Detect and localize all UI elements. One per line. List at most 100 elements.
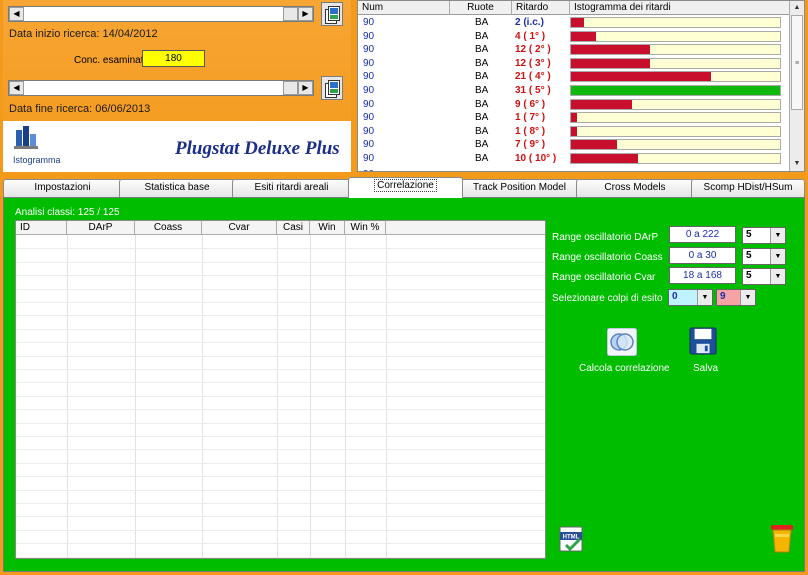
col-win-pct[interactable]: Win % (345, 221, 386, 235)
start-date-slider[interactable]: ◀ ▶ (8, 6, 314, 22)
range-coass-field[interactable]: 0 a 30 (669, 247, 736, 264)
chevron-down-icon[interactable]: ▼ (770, 269, 785, 284)
chevron-down-icon[interactable]: ▼ (770, 249, 785, 264)
grid-line (16, 516, 545, 518)
grid-line (135, 235, 136, 558)
scroll-right-icon[interactable]: ▶ (298, 81, 313, 95)
cell-histogram (570, 85, 781, 96)
chevron-down-icon[interactable]: ▼ (740, 290, 755, 305)
cell-histogram (570, 139, 781, 151)
tab-statistica-base[interactable]: Statistica base (119, 179, 235, 197)
cell-num: 90 (363, 57, 375, 69)
table-row[interactable]: 90 BA 1 ( 7° ) (358, 111, 790, 124)
table-row[interactable]: 90 (358, 168, 790, 171)
range-darp-select[interactable]: 5 ▼ (742, 227, 786, 244)
analisi-classi-label: Analisi classi: 125 / 125 (15, 207, 120, 218)
pages-icon[interactable] (321, 76, 343, 100)
cell-ritardo: 21 ( 4° ) (515, 71, 551, 83)
grid-line (16, 275, 545, 277)
grid-line (16, 355, 545, 357)
histogram-bar (571, 99, 632, 109)
range-cvar-label: Range oscillatorio Cvar (552, 272, 656, 283)
col-coass[interactable]: Coass (135, 221, 202, 235)
table-row[interactable]: 90 BA 2 (i.c.) (358, 16, 790, 29)
histogram-bar (571, 154, 638, 163)
results-table[interactable]: ID DArP Coass Cvar Casi Win Win % (15, 220, 546, 559)
chevron-down-icon[interactable]: ▼ (770, 228, 785, 243)
table-row[interactable]: 90 BA 9 ( 6° ) (358, 98, 790, 111)
table-row[interactable]: 90 BA 12 ( 3° ) (358, 57, 790, 70)
histogram-label[interactable]: Istogramma (13, 155, 61, 165)
pages-icon[interactable] (321, 2, 343, 26)
cell-histogram (570, 57, 781, 69)
building-chart-icon[interactable] (13, 124, 39, 150)
histogram-bar (571, 140, 617, 150)
grid-line (16, 395, 545, 397)
col-ritardo[interactable]: Ritardo (512, 1, 570, 15)
scroll-thumb[interactable]: ≡ (791, 15, 803, 110)
range-darp-field[interactable]: 0 a 222 (669, 226, 736, 243)
grid-header: Num Ruote Ritardo Istogramma dei ritardi (358, 1, 790, 15)
table-row[interactable]: 90 BA 10 ( 10° ) (358, 152, 790, 165)
slider-thumb[interactable] (283, 81, 298, 95)
colpi-to-select[interactable]: 9 ▼ (716, 289, 756, 306)
table-row[interactable]: 90 BA 12 ( 2° ) (358, 43, 790, 56)
col-id[interactable]: ID (16, 221, 67, 235)
grid-line (16, 328, 545, 330)
col-casi[interactable]: Casi (277, 221, 310, 235)
cell-ruote: BA (475, 125, 489, 137)
col-istogramma[interactable]: Istogramma dei ritardi (570, 1, 790, 15)
range-cvar-field[interactable]: 18 a 168 (669, 267, 736, 284)
cell-histogram (570, 17, 781, 28)
venn-icon[interactable] (607, 328, 637, 356)
cell-histogram (570, 153, 781, 164)
range-cvar-select[interactable]: 5 ▼ (742, 268, 786, 285)
grid-line (310, 235, 311, 558)
tab-scomp-hdist-hsum[interactable]: Scomp HDist/HSum (691, 179, 805, 197)
cell-num: 90 (363, 30, 375, 42)
tab-impostazioni[interactable]: Impostazioni (3, 179, 122, 197)
tab-bar: Impostazioni Statistica base Esiti ritar… (3, 177, 805, 198)
col-win[interactable]: Win (310, 221, 345, 235)
chevron-down-icon[interactable]: ▼ (697, 290, 712, 305)
scroll-up-icon[interactable]: ▲ (790, 1, 804, 15)
slider-thumb[interactable] (283, 7, 298, 21)
range-coass-label: Range oscillatorio Coass (552, 252, 663, 263)
grid-line (16, 556, 545, 558)
tab-esiti-ritardi-areali[interactable]: Esiti ritardi areali (232, 179, 351, 197)
cell-num: 90 (363, 153, 375, 164)
tab-track-position-model[interactable]: Track Position Model (460, 179, 579, 197)
col-cvar[interactable]: Cvar (202, 221, 277, 235)
cell-histogram (570, 44, 781, 56)
table-row[interactable]: 90 BA 4 ( 1° ) (358, 30, 790, 43)
conc-input[interactable]: 180 (142, 50, 205, 67)
grid-scrollbar[interactable]: ▲ ≡ ▼ (789, 1, 804, 171)
grid-line (16, 315, 545, 317)
html-export-icon[interactable]: HTML (558, 525, 586, 555)
range-coass-select[interactable]: 5 ▼ (742, 248, 786, 265)
cell-ritardo: 10 ( 10° ) (515, 153, 557, 164)
scroll-right-icon[interactable]: ▶ (298, 7, 313, 21)
tab-correlazione[interactable]: Correlazione (348, 177, 463, 198)
scroll-down-icon[interactable]: ▼ (790, 157, 804, 171)
col-darp[interactable]: DArP (67, 221, 135, 235)
tab-cross-models[interactable]: Cross Models (576, 179, 694, 197)
table-row[interactable]: 90 BA 1 ( 8° ) (358, 125, 790, 138)
trash-bin-icon[interactable] (768, 522, 796, 554)
scroll-left-icon[interactable]: ◀ (9, 81, 24, 95)
grid-line (16, 489, 545, 491)
histogram-bar (571, 126, 578, 136)
col-num[interactable]: Num (358, 1, 450, 15)
table-row[interactable]: 90 BA 21 ( 4° ) (358, 70, 790, 83)
scroll-left-icon[interactable]: ◀ (9, 7, 24, 21)
cell-histogram (570, 112, 781, 124)
table-row[interactable]: 90 BA 7 ( 9° ) (358, 138, 790, 151)
table-row[interactable]: 90 BA 31 ( 5° ) (358, 84, 790, 97)
colpi-from-select[interactable]: 0 ▼ (668, 289, 713, 306)
cell-num: 90 (363, 71, 375, 83)
salva-label[interactable]: Salva (693, 363, 718, 374)
end-date-slider[interactable]: ◀ ▶ (8, 80, 314, 96)
col-ruote[interactable]: Ruote (450, 1, 512, 15)
floppy-disk-icon[interactable] (688, 327, 718, 355)
calcola-label[interactable]: Calcola correlazione (579, 363, 670, 374)
